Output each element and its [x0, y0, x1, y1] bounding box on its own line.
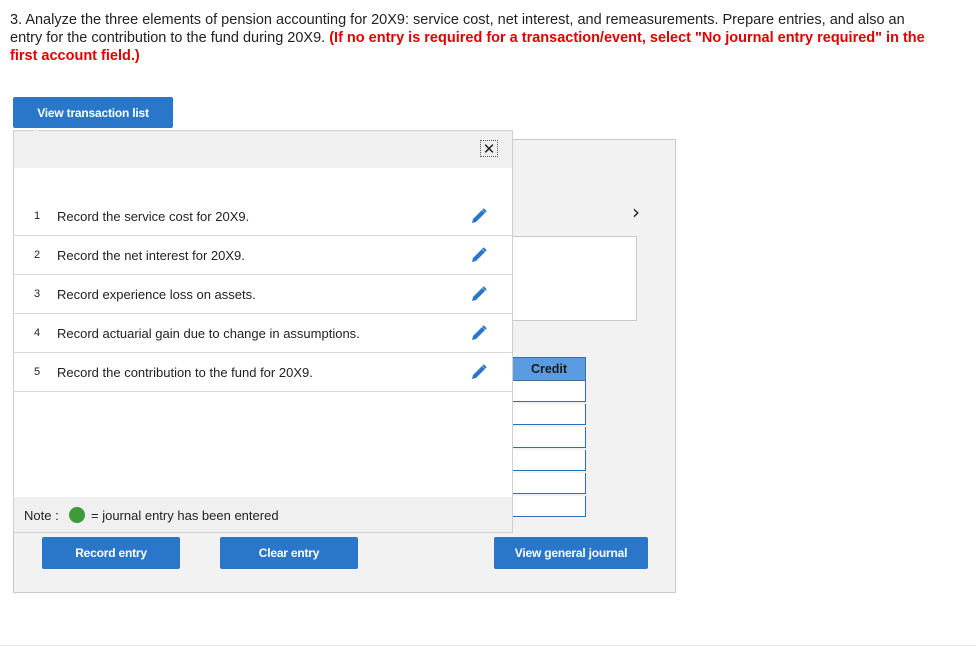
- transaction-list-popup: ✕ 1 Record the service cost for 20X9. 2 …: [13, 130, 513, 533]
- transaction-row[interactable]: 4 Record actuarial gain due to change in…: [14, 314, 512, 353]
- transaction-list: 1 Record the service cost for 20X9. 2 Re…: [14, 197, 512, 392]
- popup-caret: [28, 128, 44, 137]
- credit-header: Credit: [512, 357, 586, 381]
- chevron-right-icon[interactable]: ›: [632, 200, 640, 224]
- credit-input[interactable]: [512, 450, 586, 471]
- credit-input[interactable]: [512, 381, 586, 402]
- transaction-number: 2: [34, 249, 41, 261]
- credit-input[interactable]: [512, 427, 586, 448]
- transaction-number: 5: [34, 366, 41, 378]
- transaction-number: 4: [34, 327, 41, 339]
- popup-header: ✕: [14, 131, 512, 168]
- record-entry-button[interactable]: Record entry: [42, 537, 180, 569]
- divider: [0, 645, 976, 646]
- note-text: = journal entry has been entered: [91, 508, 279, 523]
- credit-input[interactable]: [512, 496, 586, 517]
- pencil-icon[interactable]: [470, 246, 488, 264]
- instructions: 3. Analyze the three elements of pension…: [10, 11, 940, 65]
- transaction-number: 1: [34, 210, 41, 222]
- close-icon[interactable]: ✕: [480, 140, 498, 158]
- pencil-icon[interactable]: [470, 285, 488, 303]
- credit-input[interactable]: [512, 404, 586, 425]
- pencil-icon[interactable]: [470, 324, 488, 342]
- note-label: Note :: [24, 508, 59, 523]
- journal-description-box: [512, 236, 637, 321]
- transaction-row[interactable]: 5 Record the contribution to the fund fo…: [14, 353, 512, 392]
- transaction-label: Record the contribution to the fund for …: [57, 365, 313, 380]
- popup-note: Note : = journal entry has been entered: [14, 497, 512, 532]
- transaction-row[interactable]: 1 Record the service cost for 20X9.: [14, 197, 512, 236]
- credit-input[interactable]: [512, 473, 586, 494]
- clear-entry-button[interactable]: Clear entry: [220, 537, 358, 569]
- transaction-label: Record the service cost for 20X9.: [57, 209, 250, 224]
- pencil-icon[interactable]: [470, 363, 488, 381]
- transaction-row[interactable]: 3 Record experience loss on assets.: [14, 275, 512, 314]
- transaction-label: Record experience loss on assets.: [57, 287, 256, 302]
- view-transaction-list-button[interactable]: View transaction list: [13, 97, 173, 128]
- transaction-label: Record actuarial gain due to change in a…: [57, 326, 360, 341]
- credit-column: Credit: [512, 357, 586, 519]
- transaction-row[interactable]: 2 Record the net interest for 20X9.: [14, 236, 512, 275]
- view-general-journal-button[interactable]: View general journal: [494, 537, 648, 569]
- pencil-icon[interactable]: [470, 207, 488, 225]
- transaction-label: Record the net interest for 20X9.: [57, 248, 245, 263]
- transaction-number: 3: [34, 288, 41, 300]
- entered-indicator-icon: [69, 507, 85, 523]
